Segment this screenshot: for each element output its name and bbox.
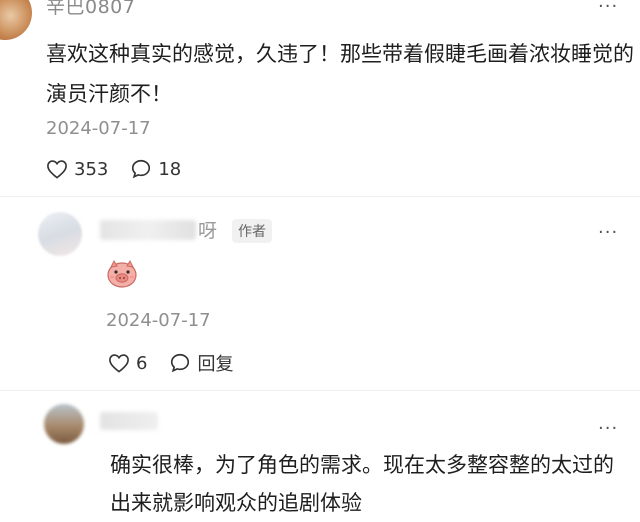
like-count: 353 (74, 158, 109, 180)
reply-count: 18 (158, 158, 182, 180)
comment-actions: 6 回复 (108, 350, 255, 376)
comment-username[interactable]: 辛巴0807 (46, 0, 135, 19)
username-visible-part: 呀 (198, 220, 218, 242)
avatar[interactable] (0, 0, 32, 40)
comment-text: 喜欢这种真实的感觉，久违了！那些带着假睫毛画着浓妆睡觉的演员汗颜不！ (46, 42, 634, 106)
more-options-icon[interactable]: ··· (598, 418, 618, 439)
like-button[interactable]: 353 (46, 159, 108, 180)
divider (0, 390, 640, 391)
comment-bubble-icon (132, 159, 151, 179)
divider (0, 196, 640, 197)
pig-face-emoji-icon (105, 259, 139, 293)
avatar[interactable] (38, 212, 82, 256)
reply-button[interactable]: 回复 (169, 350, 233, 376)
like-button[interactable]: 6 (108, 353, 147, 374)
blurred-username[interactable] (100, 412, 158, 430)
heart-icon (109, 354, 129, 373)
more-options-icon[interactable]: ··· (598, 0, 618, 17)
comment-bubble-icon (171, 353, 190, 373)
blurred-username (100, 219, 196, 240)
more-options-icon[interactable]: ··· (598, 222, 618, 243)
author-badge: 作者 (232, 219, 272, 243)
avatar[interactable] (44, 404, 84, 444)
comment-username[interactable]: 呀 (100, 216, 217, 243)
comment-date: 2024-07-17 (106, 310, 211, 331)
heart-icon (47, 160, 67, 179)
reply-label: 回复 (197, 354, 234, 375)
comment-actions: 353 18 (46, 158, 203, 180)
reply-button[interactable]: 18 (130, 158, 181, 180)
like-count: 6 (136, 352, 148, 374)
comment-date: 2024-07-17 (46, 118, 151, 139)
